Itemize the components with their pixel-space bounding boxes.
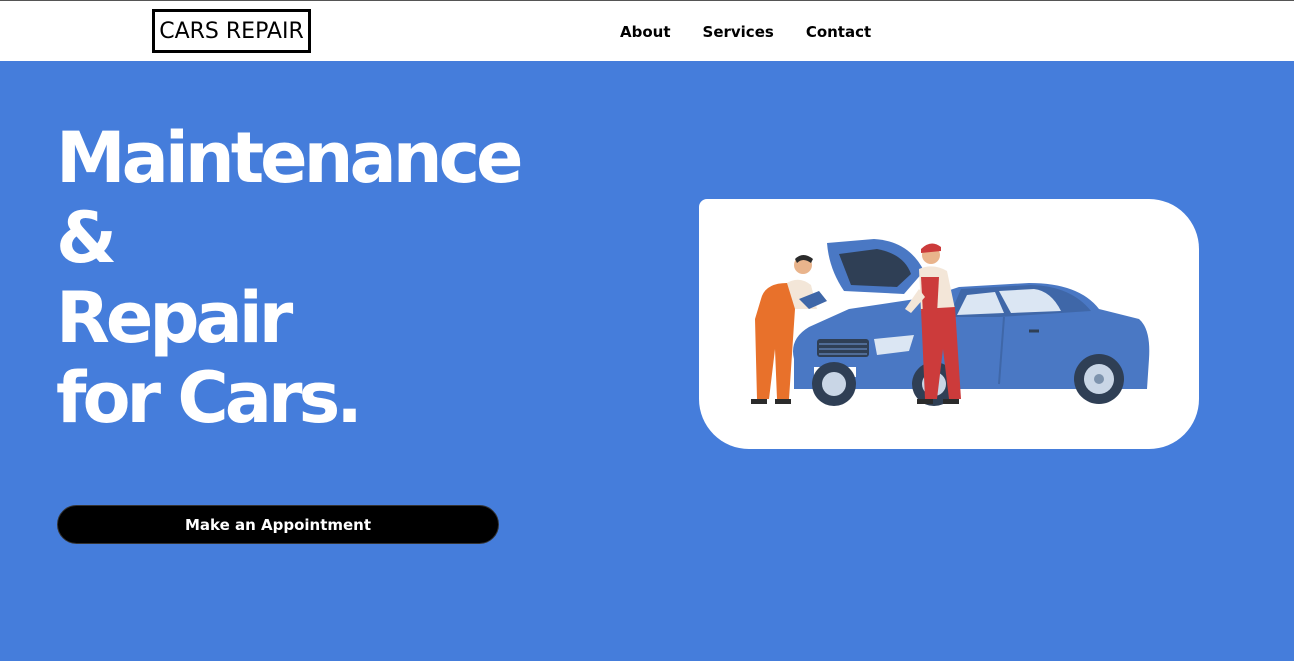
hero-title-line-1: Maintenance xyxy=(56,117,524,199)
navbar: CARS REPAIR About Services Contact xyxy=(0,0,1294,61)
hero-title-line-2: & xyxy=(56,197,117,279)
logo[interactable]: CARS REPAIR xyxy=(152,9,311,53)
hero-title: Maintenance & Repair for Cars. xyxy=(56,117,524,439)
nav-link-about[interactable]: About xyxy=(620,23,671,41)
page: CARS REPAIR About Services Contact Maint… xyxy=(0,0,1294,661)
make-appointment-button[interactable]: Make an Appointment xyxy=(57,505,499,544)
nav-link-services[interactable]: Services xyxy=(703,23,774,41)
hero-title-line-4: for Cars. xyxy=(56,357,363,439)
hero-title-line-3: Repair xyxy=(56,277,293,359)
illustration-card xyxy=(699,199,1199,449)
car-repair-illustration xyxy=(751,239,1150,406)
car-icon xyxy=(793,239,1150,406)
nav-links: About Services Contact xyxy=(620,1,871,62)
nav-link-contact[interactable]: Contact xyxy=(806,23,871,41)
